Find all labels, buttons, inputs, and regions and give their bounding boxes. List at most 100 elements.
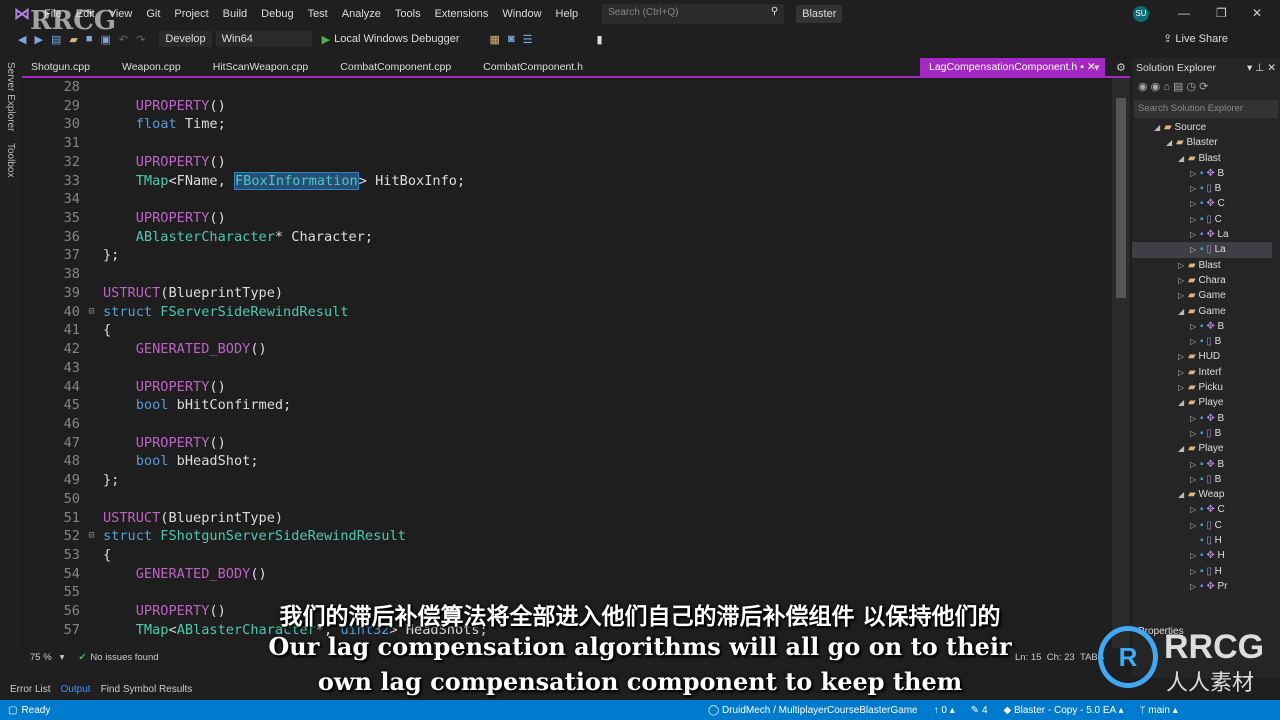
- tree-item[interactable]: ◢ ▰ Blast: [1132, 151, 1272, 166]
- tree-item[interactable]: ◢ ▰ Game: [1132, 304, 1272, 319]
- tree-item[interactable]: ▷ ▰ Game: [1132, 288, 1272, 303]
- collapsed-arrow-icon[interactable]: ▷: [1190, 426, 1200, 441]
- collapsed-arrow-icon[interactable]: ▷: [1190, 518, 1200, 533]
- tree-item[interactable]: ▷ ▪ ✥ Pr: [1132, 579, 1272, 594]
- tree-item[interactable]: ◢ ▰ Blaster: [1132, 135, 1272, 150]
- collapsed-arrow-icon[interactable]: ▷: [1190, 212, 1200, 227]
- browse-icon[interactable]: ◙: [508, 33, 515, 45]
- expanded-arrow-icon[interactable]: ◢: [1154, 120, 1164, 135]
- bookmark-icon[interactable]: ▮: [596, 33, 602, 46]
- expanded-arrow-icon[interactable]: ◢: [1166, 135, 1176, 150]
- tree-item[interactable]: ▷ ▪ ✥ H: [1132, 548, 1272, 563]
- back-icon[interactable]: ◀: [18, 33, 26, 46]
- collapsed-arrow-icon[interactable]: ▷: [1190, 548, 1200, 563]
- collapsed-arrow-icon[interactable]: ▷: [1190, 319, 1200, 334]
- menu-item-help[interactable]: Help: [556, 8, 579, 20]
- collapsed-arrow-icon[interactable]: ▷: [1178, 273, 1188, 288]
- home-icon[interactable]: ◉ ◉ ⌂ ▤ ◷ ⟳: [1138, 81, 1208, 93]
- fold-toggle-icon[interactable]: ⊟: [80, 303, 103, 322]
- tree-item[interactable]: ▷ ▪ ✥ B: [1132, 319, 1272, 334]
- search-box[interactable]: Search (Ctrl+Q) ⚲: [602, 4, 785, 24]
- expanded-arrow-icon[interactable]: ◢: [1178, 395, 1188, 410]
- tree-item[interactable]: ▷ ▪ ▯ B: [1132, 426, 1272, 441]
- menu-item-window[interactable]: Window: [502, 8, 541, 20]
- collapsed-arrow-icon[interactable]: ▷: [1190, 457, 1200, 472]
- tree-item[interactable]: ▷ ▪ ✥ La: [1132, 227, 1272, 242]
- collapsed-arrow-icon[interactable]: ▷: [1190, 411, 1200, 426]
- menu-item-git[interactable]: Git: [146, 8, 160, 20]
- branch-button[interactable]: ᛘ main ▴: [1140, 705, 1178, 716]
- expanded-arrow-icon[interactable]: ◢: [1178, 487, 1188, 502]
- tree-item[interactable]: ▷ ▪ ▯ B: [1132, 472, 1272, 487]
- tab-active[interactable]: LagCompensationComponent.h ▪ ✕: [920, 58, 1105, 76]
- menu-item-tools[interactable]: Tools: [395, 8, 421, 20]
- tree-item[interactable]: ▷ ▪ ✥ B: [1132, 166, 1272, 181]
- tab-shotgun-cpp[interactable]: Shotgun.cpp: [22, 61, 99, 73]
- collapsed-arrow-icon[interactable]: ▷: [1190, 166, 1200, 181]
- scrollbar-thumb[interactable]: [1116, 98, 1126, 298]
- collapsed-arrow-icon[interactable]: ▷: [1190, 334, 1200, 349]
- tree-item[interactable]: ▷ ▰ Chara: [1132, 273, 1272, 288]
- tab-hitscanweapon-cpp[interactable]: HitScanWeapon.cpp: [204, 61, 318, 73]
- menu-item-project[interactable]: Project: [174, 8, 208, 20]
- collapsed-arrow-icon[interactable]: ▷: [1190, 196, 1200, 211]
- platform-dropdown[interactable]: Win64: [215, 31, 312, 47]
- menu-item-test[interactable]: Test: [308, 8, 328, 20]
- tree-item[interactable]: ▪ ▯ H: [1132, 533, 1272, 548]
- play-icon[interactable]: ▶: [322, 33, 330, 46]
- editor-scrollbar[interactable]: [1112, 78, 1130, 648]
- collapsed-arrow-icon[interactable]: ▷: [1190, 227, 1200, 242]
- tree-item[interactable]: ▷ ▪ ▯ La: [1132, 242, 1272, 258]
- changes-button[interactable]: ✎ 4: [971, 705, 988, 716]
- tree-item[interactable]: ▷ ▰ Picku: [1132, 380, 1272, 395]
- tree-item[interactable]: ▷ ▪ ✥ B: [1132, 411, 1272, 426]
- tree-item[interactable]: ▷ ▰ HUD: [1132, 349, 1272, 364]
- tree-item[interactable]: ▷ ▰ Blast: [1132, 258, 1272, 273]
- tree-item[interactable]: ▷ ▪ ▯ B: [1132, 334, 1272, 349]
- find-in-files-icon[interactable]: ▦: [490, 33, 500, 46]
- collapsed-arrow-icon[interactable]: ▷: [1178, 380, 1188, 395]
- tab-combatcomponent-cpp[interactable]: CombatComponent.cpp: [331, 61, 460, 73]
- expanded-arrow-icon[interactable]: ◢: [1178, 151, 1188, 166]
- collapsed-arrow-icon[interactable]: ▷: [1190, 579, 1200, 594]
- code-editor[interactable]: 28 29 UPROPERTY() 30 float Time; 31 32 UPROP…: [22, 78, 1112, 648]
- undo-icon[interactable]: ↶: [119, 33, 128, 46]
- server-explorer-tab[interactable]: Server Explorer: [5, 62, 16, 131]
- tab-combatcomponent-h[interactable]: CombatComponent.h: [474, 61, 592, 73]
- tree-item[interactable]: ◢ ▰ Playe: [1132, 441, 1272, 456]
- tree-item[interactable]: ▷ ▪ ✥ B: [1132, 457, 1272, 472]
- collapsed-arrow-icon[interactable]: ▷: [1178, 288, 1188, 303]
- collapsed-arrow-icon[interactable]: ▷: [1190, 564, 1200, 579]
- solution-search-input[interactable]: Search Solution Explorer: [1134, 100, 1278, 118]
- expanded-arrow-icon[interactable]: ◢: [1178, 441, 1188, 456]
- close-button[interactable]: ✕: [1252, 6, 1262, 20]
- minimize-button[interactable]: —: [1178, 6, 1190, 20]
- collapsed-arrow-icon[interactable]: ▷: [1190, 242, 1200, 257]
- redo-icon[interactable]: ↷: [136, 33, 145, 46]
- expanded-arrow-icon[interactable]: ◢: [1178, 304, 1188, 319]
- collapsed-arrow-icon[interactable]: ▷: [1190, 472, 1200, 487]
- menu-item-build[interactable]: Build: [223, 8, 247, 20]
- toolbox-tab[interactable]: Toolbox: [5, 143, 16, 177]
- fold-toggle-icon[interactable]: ⊟: [80, 527, 103, 546]
- tree-item[interactable]: ◢ ▰ Source: [1132, 120, 1272, 135]
- tree-item[interactable]: ▷ ▪ ▯ C: [1132, 212, 1272, 227]
- tab-dropdown-icon[interactable]: ▾: [1094, 61, 1100, 74]
- live-share-button[interactable]: ⇪ Live Share: [1163, 32, 1228, 45]
- indent-icon[interactable]: ☰: [523, 33, 533, 46]
- gear-icon[interactable]: ⚙: [1116, 61, 1126, 74]
- menu-item-extensions[interactable]: Extensions: [435, 8, 489, 20]
- collapsed-arrow-icon[interactable]: ▷: [1190, 181, 1200, 196]
- collapsed-arrow-icon[interactable]: ▷: [1190, 502, 1200, 517]
- project-button[interactable]: ◆ Blaster - Copy - 5.0 EA ▴: [1004, 705, 1124, 716]
- configuration-dropdown[interactable]: Develop: [159, 31, 212, 47]
- tree-item[interactable]: ▷ ▪ ✥ C: [1132, 196, 1272, 211]
- tree-item[interactable]: ▷ ▰ Interf: [1132, 365, 1272, 380]
- collapsed-arrow-icon[interactable]: ▷: [1178, 258, 1188, 273]
- collapsed-arrow-icon[interactable]: ▷: [1178, 349, 1188, 364]
- menu-item-analyze[interactable]: Analyze: [342, 8, 381, 20]
- repo-button[interactable]: ◯ DruidMech / MultiplayerCourseBlasterGa…: [708, 705, 918, 716]
- tree-item[interactable]: ▷ ▪ ▯ B: [1132, 181, 1272, 196]
- tree-item[interactable]: ▷ ▪ ▯ H: [1132, 564, 1272, 579]
- tree-item[interactable]: ▷ ▪ ▯ C: [1132, 518, 1272, 533]
